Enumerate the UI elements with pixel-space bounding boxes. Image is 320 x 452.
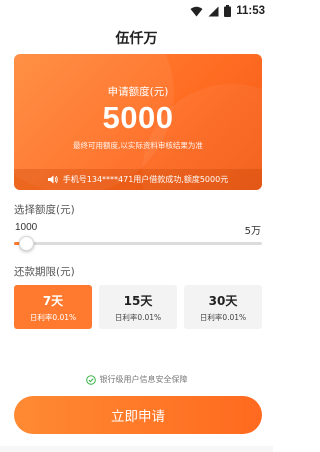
signal-icon (208, 6, 219, 16)
term-option-7-days[interactable]: 7天 日利率0.01% (14, 285, 92, 329)
status-bar: 11:53 (0, 0, 273, 22)
page-title: 伍仟万 (115, 31, 158, 47)
amount-selector-label: 选择额度(元) (14, 204, 75, 216)
amount-slider-thumb[interactable] (18, 236, 34, 251)
term-options: 7天 日利率0.01% 15天 日利率0.01% 30天 日利率0.01% (14, 285, 262, 329)
bottom-edge (0, 446, 273, 452)
security-text: 银行级用户信息安全保障 (99, 375, 188, 384)
quota-subtitle: 最终可用额度,以实际资料审核结果为准 (73, 141, 203, 150)
notice-text: 手机号134****471用户借款成功,额度5000元 (62, 175, 229, 184)
battery-icon (224, 5, 232, 17)
term-days: 15天 (123, 293, 153, 308)
amount-max-label: 5万 (244, 226, 261, 237)
shield-check-icon (85, 374, 96, 385)
amount-min-label: 1000 (15, 222, 38, 233)
status-time: 11:53 (236, 5, 265, 17)
term-selector-label: 还款期限(元) (14, 266, 75, 278)
quota-amount: 5000 (102, 100, 174, 135)
term-days: 7天 (42, 293, 64, 308)
security-note: 银行级用户信息安全保障 (0, 374, 273, 385)
notice-bar: 手机号134****471用户借款成功,额度5000元 (14, 169, 262, 190)
apply-button[interactable]: 立即申请 (14, 396, 262, 434)
amount-slider-track[interactable] (14, 242, 262, 245)
term-days: 30天 (208, 293, 238, 308)
quota-card: 申请额度(元) 5000 最终可用额度,以实际资料审核结果为准 手机号134**… (14, 54, 262, 190)
speaker-icon (47, 175, 58, 184)
term-rate: 日利率0.01% (114, 312, 162, 322)
term-option-30-days[interactable]: 30天 日利率0.01% (184, 285, 262, 329)
term-rate: 日利率0.01% (199, 312, 247, 322)
term-rate: 日利率0.01% (29, 312, 77, 322)
term-option-15-days[interactable]: 15天 日利率0.01% (99, 285, 177, 329)
quota-label: 申请额度(元) (107, 86, 169, 98)
wifi-icon (190, 6, 203, 16)
